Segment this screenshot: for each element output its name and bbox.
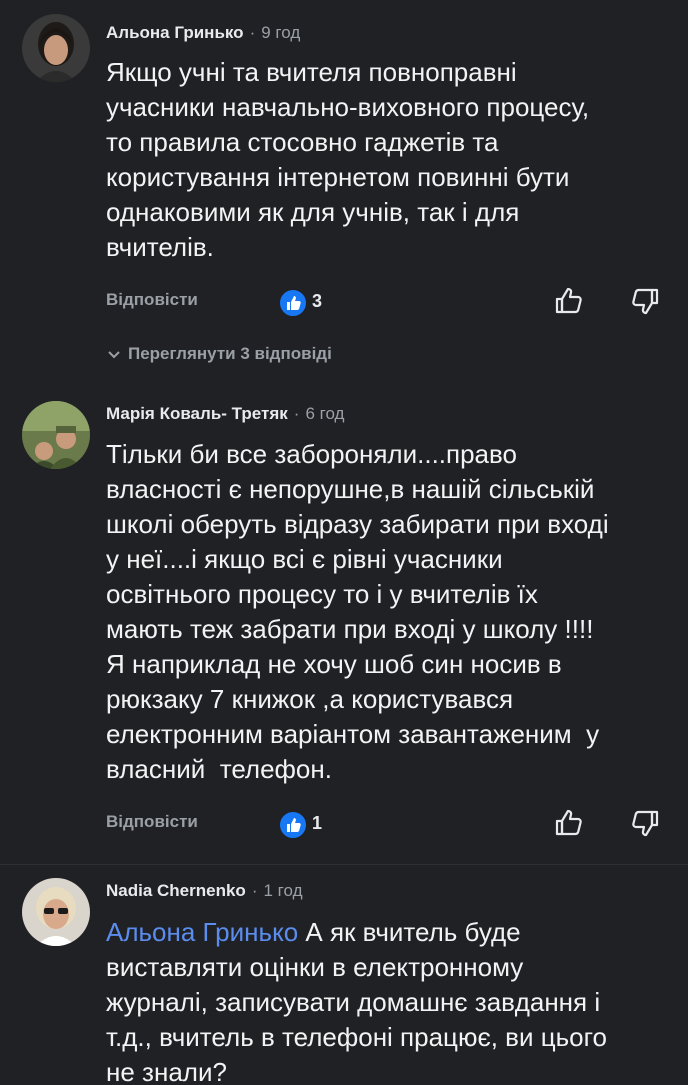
comment-actions: Відповісти 3	[106, 286, 666, 320]
comment-text: Тільки би все забороняли....право власно…	[106, 439, 609, 784]
view-replies-button[interactable]: Переглянути 3 відповіді	[106, 344, 332, 364]
comments-page: Альона Гринько · 9 год Якщо учні та вчител…	[0, 0, 688, 1085]
like-count: 3	[312, 291, 323, 311]
comment-text: Альона Гринько А як вчитель буде виставл…	[106, 915, 676, 1085]
divider	[0, 864, 688, 865]
thumbs-up-outline-icon[interactable]	[554, 286, 584, 316]
thumbs-down-outline-icon[interactable]	[630, 286, 660, 316]
thumbs-up-badge-icon	[278, 288, 308, 318]
separator-dot: ·	[249, 23, 256, 42]
timestamp: 1 год	[263, 881, 303, 900]
reply-button[interactable]: Відповісти	[106, 290, 198, 310]
author-name[interactable]: Альона Гринько	[106, 23, 244, 42]
separator-dot: ·	[251, 881, 258, 900]
view-replies-label: Переглянути 3 відповіді	[128, 344, 332, 363]
avatar[interactable]	[22, 878, 90, 946]
thumbs-up-badge-icon	[278, 810, 308, 840]
author-name[interactable]: Марія Коваль- Третяк	[106, 404, 288, 423]
like-count: 1	[312, 813, 323, 833]
mention-link[interactable]: Альона Гринько	[106, 917, 298, 947]
timestamp: 6 год	[305, 404, 345, 423]
author-name[interactable]: Nadia Chernenko	[106, 881, 246, 900]
timestamp: 9 год	[261, 23, 301, 42]
reply-button[interactable]: Відповісти	[106, 812, 198, 832]
chevron-down-icon	[106, 346, 122, 362]
avatar[interactable]	[22, 14, 90, 82]
thumbs-up-outline-icon[interactable]	[554, 808, 584, 838]
separator-dot: ·	[293, 404, 300, 423]
comment-text: Якщо учні та вчителя повноправні учасник…	[106, 57, 590, 262]
comment-header: Nadia Chernenko · 1 год	[106, 880, 303, 902]
comment-header: Марія Коваль- Третяк · 6 год	[106, 403, 344, 425]
comment-actions: Відповісти 1	[106, 808, 666, 842]
comment-header: Альона Гринько · 9 год	[106, 22, 300, 44]
avatar[interactable]	[22, 401, 90, 469]
thumbs-down-outline-icon[interactable]	[630, 808, 660, 838]
